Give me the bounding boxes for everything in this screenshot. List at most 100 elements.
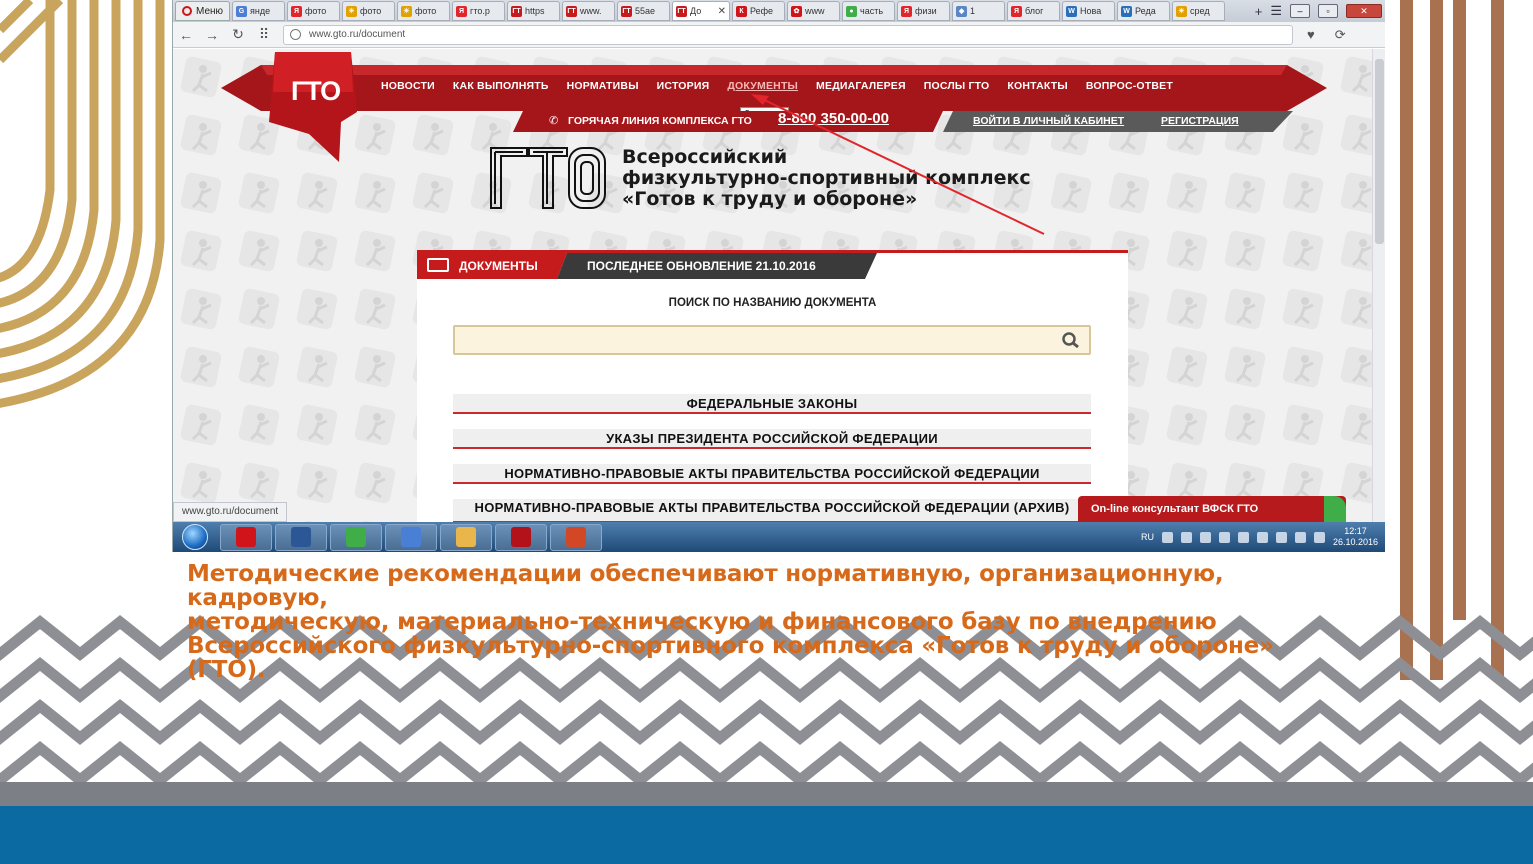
site-info-icon[interactable] bbox=[290, 29, 301, 40]
network-icon[interactable] bbox=[1218, 531, 1230, 543]
clock-date: 26.10.2016 bbox=[1332, 537, 1378, 547]
signal-icon[interactable] bbox=[1180, 531, 1192, 543]
taskbar-explorer-button[interactable] bbox=[440, 523, 492, 551]
browser-tab[interactable]: ГТ До ✕ bbox=[672, 1, 731, 21]
maximize-button[interactable]: ▫ bbox=[1318, 4, 1338, 18]
browser-tab[interactable]: Ягто.р bbox=[452, 1, 506, 21]
tab-favicon-icon: G bbox=[236, 5, 248, 17]
complex-title-line-3: «Готов к труду и обороне» bbox=[622, 188, 918, 210]
start-button[interactable] bbox=[173, 522, 217, 552]
action-center-icon[interactable] bbox=[1313, 531, 1325, 543]
browser-tab[interactable]: ● часть bbox=[842, 1, 896, 21]
category-government-acts-archive[interactable]: НОРМАТИВНО-ПРАВОВЫЕ АКТЫ ПРАВИТЕЛЬСТВА Р… bbox=[453, 499, 1091, 522]
register-link[interactable]: РЕГИСТРАЦИЯ bbox=[1161, 115, 1239, 127]
browser-tab[interactable]: ✿ www bbox=[787, 1, 841, 21]
gto-shield-logo[interactable] bbox=[269, 52, 357, 162]
browser-tab[interactable]: W Нова bbox=[1062, 1, 1116, 21]
taskbar-powerpoint-button[interactable] bbox=[550, 523, 602, 551]
search-label: ПОИСК ПО НАЗВАНИЮ ДОКУМЕНТА bbox=[668, 297, 877, 309]
taskbar-acrobat-button[interactable] bbox=[495, 523, 547, 551]
clock[interactable]: 12:17 26.10.2016 bbox=[1333, 526, 1378, 548]
tab-favicon-icon: Я bbox=[291, 5, 303, 17]
minimize-button[interactable]: – bbox=[1290, 4, 1310, 18]
address-bar-actions: ♥ ⟳ bbox=[1307, 27, 1346, 43]
nav-item[interactable]: НОВОСТИ bbox=[372, 80, 444, 92]
tab-label: фото bbox=[305, 6, 327, 16]
volume-icon[interactable] bbox=[1294, 531, 1306, 543]
document-search-input[interactable] bbox=[461, 331, 1041, 349]
nav-item[interactable]: КОНТАКТЫ bbox=[998, 80, 1076, 92]
page-scrollbar[interactable] bbox=[1372, 49, 1385, 522]
browser-tab[interactable]: ГТ www. bbox=[562, 1, 616, 21]
slide: Меню Gянде Яфото ☀ фото ☀ фото Ягто.р ГТ https ГТ… bbox=[0, 0, 1533, 864]
heart-icon[interactable]: ♥ bbox=[1307, 27, 1315, 43]
browser-tab[interactable]: W Реда bbox=[1117, 1, 1171, 21]
browser-tab[interactable]: Gянде bbox=[232, 1, 286, 21]
tab-favicon-icon: ☀ bbox=[1176, 5, 1188, 17]
hotline-phone[interactable]: 8-800 350-00-00 bbox=[778, 110, 889, 127]
tray-icon-app[interactable] bbox=[1256, 531, 1268, 543]
antivirus-icon[interactable] bbox=[1199, 531, 1211, 543]
network-icon bbox=[401, 527, 421, 547]
forward-icon[interactable]: → bbox=[199, 27, 225, 43]
reload-icon[interactable]: ↻ bbox=[225, 26, 251, 43]
browser-tab[interactable]: ☀ фото bbox=[397, 1, 451, 21]
nav-item[interactable]: ИСТОРИЯ bbox=[648, 80, 719, 92]
bottom-blue-band bbox=[0, 806, 1533, 864]
tab-label: Рефе bbox=[750, 6, 774, 16]
complex-title: Всероссийский физкультурно-спортивный ко… bbox=[622, 147, 1082, 210]
search-icon[interactable] bbox=[1061, 332, 1079, 348]
browser-tab[interactable]: ☀ фото bbox=[342, 1, 396, 21]
browser-tab[interactable]: Яфизи bbox=[897, 1, 951, 21]
language-indicator[interactable]: RU bbox=[1141, 532, 1154, 542]
category-federal-laws[interactable]: ФЕДЕРАЛЬНЫЕ ЗАКОНЫ bbox=[453, 394, 1091, 414]
taskbar-word-button[interactable] bbox=[275, 523, 327, 551]
document-search bbox=[453, 325, 1091, 355]
tab-favicon-icon: ГТ bbox=[566, 5, 578, 17]
url-field[interactable]: www.gto.ru/document bbox=[283, 24, 1293, 45]
speed-dial-icon[interactable]: ⠿ bbox=[251, 26, 277, 43]
tab-label: 55ae bbox=[635, 6, 656, 16]
nav-item[interactable]: ПОСЛЫ ГТО bbox=[915, 80, 999, 92]
browser-tab-bar: Меню Gянде Яфото ☀ фото ☀ фото Ягто.р ГТ https ГТ… bbox=[173, 0, 1385, 22]
taskbar-network-button[interactable] bbox=[385, 523, 437, 551]
tab-favicon-icon: ГТ bbox=[621, 5, 633, 17]
nav-item[interactable]: НОРМАТИВЫ bbox=[558, 80, 648, 92]
tray-icon-help[interactable] bbox=[1161, 531, 1173, 543]
browser-tab[interactable]: ◆ 1 bbox=[952, 1, 1006, 21]
scrollbar-thumb[interactable] bbox=[1375, 59, 1384, 244]
back-icon[interactable]: ← bbox=[173, 27, 199, 43]
taskbar-opera-button[interactable] bbox=[220, 523, 272, 551]
windows-logo-icon bbox=[182, 524, 208, 550]
login-link[interactable]: ВОЙТИ В ЛИЧНЫЙ КАБИНЕТ bbox=[973, 115, 1124, 127]
browser-tab[interactable]: ☀ сред bbox=[1172, 1, 1226, 21]
download-icon[interactable]: ⟳ bbox=[1335, 27, 1346, 43]
tray-icon-settings[interactable] bbox=[1237, 531, 1249, 543]
tab-favicon-icon: ГТ bbox=[511, 5, 523, 17]
category-government-acts[interactable]: НОРМАТИВНО-ПРАВОВЫЕ АКТЫ ПРАВИТЕЛЬСТВА Р… bbox=[453, 464, 1091, 484]
browser-tab[interactable]: ГТ https bbox=[507, 1, 561, 21]
online-consultant-button[interactable]: On-line консультант ВФСК ГТО bbox=[1078, 496, 1346, 522]
tab-favicon-icon: Я bbox=[456, 5, 468, 17]
category-presidential-decrees[interactable]: УКАЗЫ ПРЕЗИДЕНТА РОССИЙСКОЙ ФЕДЕРАЦИИ bbox=[453, 429, 1091, 449]
nav-item[interactable]: МЕДИАГАЛЕРЕЯ bbox=[807, 80, 915, 92]
chrome-icon bbox=[346, 527, 366, 547]
browser-tab[interactable]: К Рефе bbox=[732, 1, 786, 21]
nav-item[interactable]: КАК ВЫПОЛНЯТЬ bbox=[444, 80, 558, 92]
browser-tab[interactable]: Яблог bbox=[1007, 1, 1061, 21]
browser-tab[interactable]: Яфото bbox=[287, 1, 341, 21]
taskbar-chrome-button[interactable] bbox=[330, 523, 382, 551]
nav-item[interactable]: ВОПРОС-ОТВЕТ bbox=[1077, 80, 1182, 92]
nav-item[interactable]: ДОКУМЕНТЫ bbox=[718, 80, 807, 92]
close-window-button[interactable]: ✕ bbox=[1346, 4, 1382, 18]
browser-tab[interactable]: ГТ 55ae bbox=[617, 1, 671, 21]
new-tab-button[interactable]: + bbox=[1255, 4, 1263, 19]
complex-title-line-2: физкультурно-спортивный комплекс bbox=[622, 167, 1031, 189]
tab-menu-icon[interactable]: ☰ bbox=[1270, 3, 1282, 19]
opera-menu-button[interactable]: Меню bbox=[175, 1, 231, 21]
tab-label: сред bbox=[1190, 6, 1210, 16]
clock-time: 12:17 bbox=[1344, 526, 1367, 536]
close-tab-icon[interactable]: ✕ bbox=[718, 6, 726, 17]
windows-taskbar: RU 12:17 26.10.2016 bbox=[173, 522, 1385, 552]
cloud-icon[interactable] bbox=[1275, 531, 1287, 543]
